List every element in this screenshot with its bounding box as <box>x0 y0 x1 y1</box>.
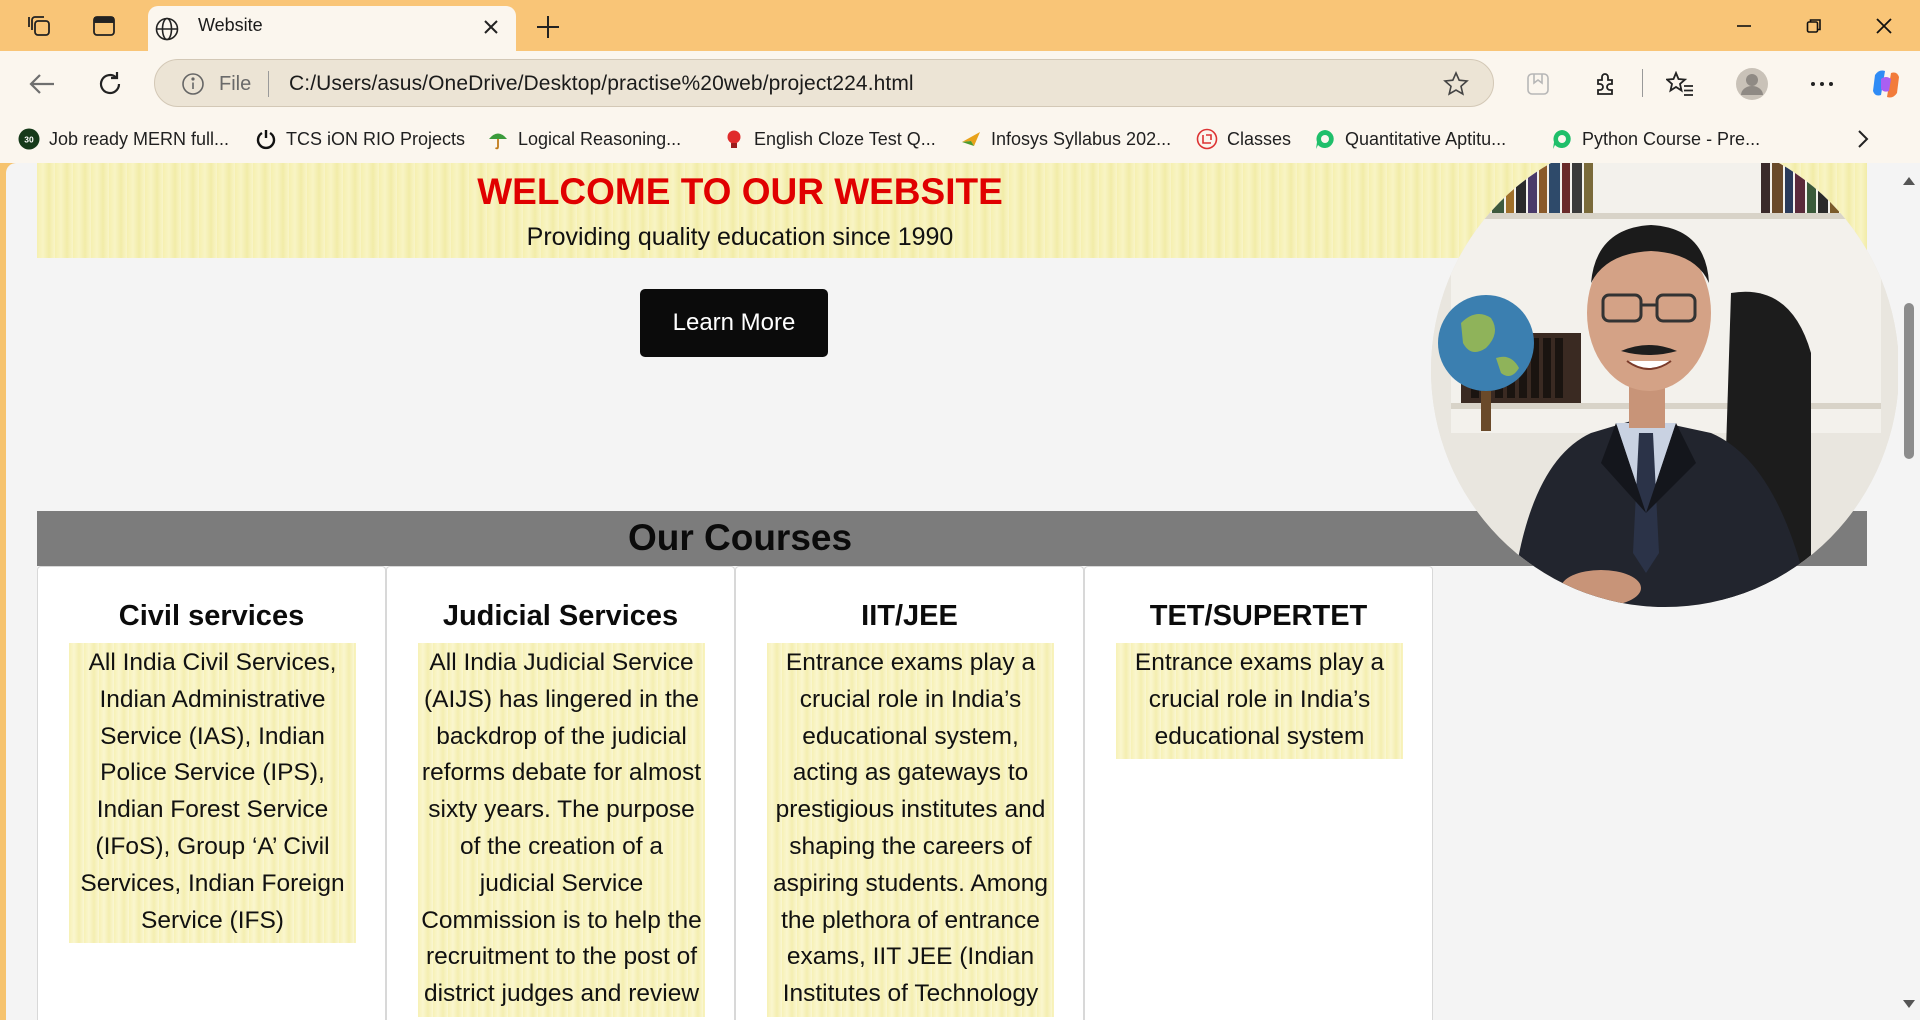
minimize-icon[interactable] <box>1722 8 1766 44</box>
bookmark-item[interactable]: TCS iON RIO Projects <box>255 125 465 153</box>
more-bookmarks-chevron-icon[interactable] <box>1856 125 1870 153</box>
course-title: IIT/JEE <box>861 600 958 632</box>
favorites-icon[interactable] <box>1660 64 1700 104</box>
scroll-up-arrow-icon[interactable] <box>1903 177 1915 185</box>
vertical-scrollbar[interactable] <box>1898 163 1920 1020</box>
bookmark-label: Infosys Syllabus 202... <box>991 128 1172 149</box>
course-description: All India Judicial Service (AIJS) has li… <box>418 643 705 1017</box>
toolbar-divider <box>1642 69 1643 97</box>
svg-text:30: 30 <box>24 135 34 145</box>
address-divider <box>268 71 269 97</box>
course-title: Civil services <box>118 600 305 632</box>
close-window-icon[interactable] <box>1862 8 1906 44</box>
bookmark-item[interactable]: English Cloze Test Q... <box>723 125 936 153</box>
course-title: Judicial Services <box>442 600 679 632</box>
tab-strip: Website <box>0 0 1920 51</box>
bookmark-item[interactable]: Classes <box>1196 125 1291 153</box>
course-description: All India Civil Services, Indian Adminis… <box>69 643 356 944</box>
bookmark-item[interactable]: Python Course - Pre... <box>1551 125 1760 153</box>
restore-icon[interactable] <box>1792 8 1836 44</box>
quant-icon <box>1314 128 1336 150</box>
hero-subtitle: Providing quality education since 1990 <box>526 223 954 251</box>
course-description: Entrance exams play a crucial role in In… <box>767 643 1054 1017</box>
globe-icon <box>154 16 180 47</box>
bookmark-item[interactable]: Infosys Syllabus 202... <box>960 125 1171 153</box>
browser-toolbar: File C:/Users/asus/OneDrive/Desktop/prac… <box>0 51 1920 115</box>
page-viewport: WELCOME TO OUR WEBSITE Providing quality… <box>6 163 1920 1020</box>
power-icon <box>255 128 277 150</box>
new-tab-icon[interactable] <box>531 10 565 44</box>
course-title: TET/SUPERTET <box>1149 600 1368 632</box>
bookmark-item[interactable]: Quantitative Aptitu... <box>1314 125 1506 153</box>
bookmark-label: English Cloze Test Q... <box>754 128 936 149</box>
course-description: Entrance exams play a crucial role in In… <box>1116 643 1403 760</box>
bookmark-label: Python Course - Pre... <box>1582 128 1761 149</box>
scheme-label: File <box>219 73 252 95</box>
bookmark-label: Logical Reasoning... <box>518 128 682 149</box>
extensions-icon[interactable] <box>1586 64 1626 104</box>
learn-more-button[interactable]: Learn More <box>640 289 828 357</box>
bookmark-label: Classes <box>1227 128 1292 149</box>
profile-avatar-icon[interactable] <box>1732 64 1772 104</box>
bookmark-item[interactable]: 30 Job ready MERN full... <box>18 125 229 153</box>
bookmark-label: Job ready MERN full... <box>49 128 230 149</box>
scroll-thumb[interactable] <box>1904 303 1914 459</box>
scroll-down-arrow-icon[interactable] <box>1903 1000 1915 1008</box>
classes-icon <box>1196 128 1218 150</box>
back-icon[interactable] <box>22 64 62 104</box>
30-badge-icon: 30 <box>18 128 40 150</box>
course-card-iit-jee: IIT/JEE Entrance exams play a crucial ro… <box>735 566 1084 1020</box>
close-tab-icon[interactable] <box>478 14 504 40</box>
courses-title: Our Courses <box>627 517 853 558</box>
url-text[interactable]: C:/Users/asus/OneDrive/Desktop/practise%… <box>289 72 914 96</box>
favorite-star-icon[interactable] <box>1443 71 1469 102</box>
bookmarks-bar: 30 Job ready MERN full... TCS iON RIO Pr… <box>0 115 1920 163</box>
bookmark-label: Quantitative Aptitu... <box>1345 128 1507 149</box>
read-aloud-icon[interactable] <box>1518 64 1558 104</box>
plane-icon <box>960 128 982 150</box>
copilot-icon[interactable] <box>1866 64 1906 104</box>
workspaces-icon[interactable] <box>24 10 56 42</box>
more-options-icon[interactable] <box>1802 64 1842 104</box>
info-icon[interactable] <box>181 72 205 101</box>
tab-title: Website <box>198 15 263 35</box>
course-card-tet-supertet: TET/SUPERTET Entrance exams play a cruci… <box>1084 566 1433 1020</box>
course-card-judicial-services: Judicial Services All India Judicial Ser… <box>386 566 735 1020</box>
course-card-civil-services: Civil services All India Civil Services,… <box>37 566 386 1020</box>
refresh-icon[interactable] <box>90 64 130 104</box>
bookmark-item[interactable]: Logical Reasoning... <box>487 125 681 153</box>
python-course-icon <box>1551 128 1573 150</box>
hero-title: WELCOME TO OUR WEBSITE <box>477 171 1003 212</box>
vertical-tabs-icon[interactable] <box>88 10 120 42</box>
address-bar[interactable]: File C:/Users/asus/OneDrive/Desktop/prac… <box>154 59 1494 107</box>
bookmark-label: TCS iON RIO Projects <box>286 128 466 149</box>
umbrella-icon <box>487 128 509 150</box>
bulb-icon <box>723 128 745 150</box>
